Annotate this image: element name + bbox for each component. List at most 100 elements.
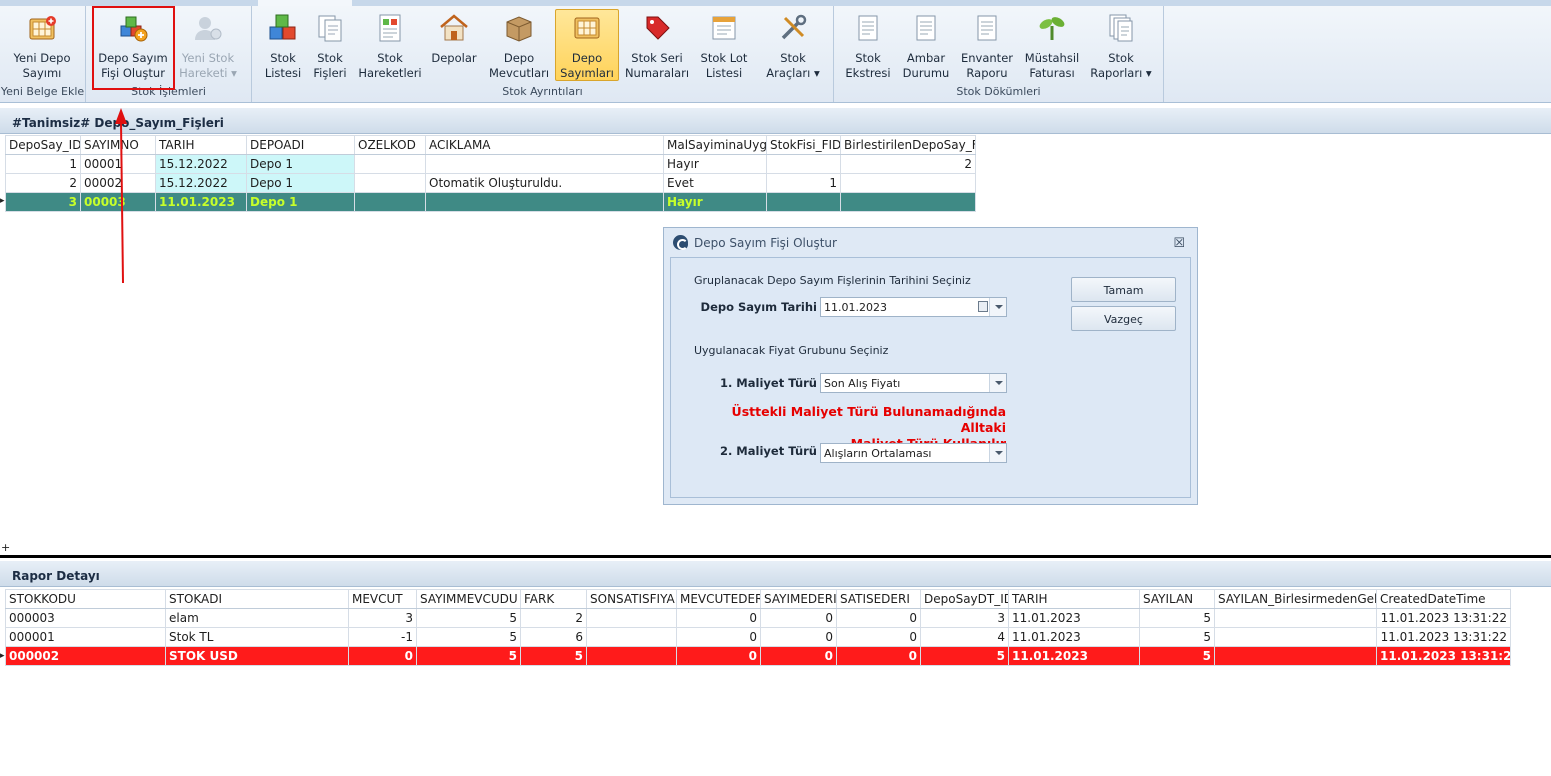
cell[interactable]: 11.01.2023 xyxy=(1008,627,1140,647)
depolar-button[interactable]: Depolar xyxy=(428,10,480,66)
cell[interactable]: 11.01.2023 xyxy=(155,192,247,212)
table-row[interactable]: 000003 elam 3 5 2 0 0 0 3 11.01.2023 5 1… xyxy=(5,608,1511,628)
cell[interactable]: 000003 xyxy=(5,608,166,628)
cell[interactable]: Depo 1 xyxy=(246,173,355,193)
cell[interactable]: 1 xyxy=(5,154,81,174)
column-header[interactable]: STOKKODU xyxy=(5,589,166,609)
stok-lot-listesi-button[interactable]: Stok Lot Listesi xyxy=(694,10,754,81)
column-header[interactable]: BirlestirilenDepoSay_FID xyxy=(840,135,976,155)
cell[interactable] xyxy=(840,192,976,212)
column-header[interactable]: SAYIMMEVCUDU xyxy=(416,589,521,609)
cost1-select[interactable]: Son Alış Fiyatı xyxy=(820,373,1007,393)
cell[interactable]: STOK USD xyxy=(165,646,349,666)
cell[interactable] xyxy=(586,646,677,666)
tamam-button[interactable]: Tamam xyxy=(1071,277,1176,302)
cell[interactable]: 5 xyxy=(920,646,1009,666)
stok-fisleri-button[interactable]: Stok Fişleri xyxy=(308,10,352,81)
chevron-down-icon[interactable] xyxy=(989,444,1006,462)
column-header[interactable]: ACIKLAMA xyxy=(425,135,664,155)
cell[interactable]: 4 xyxy=(920,627,1009,647)
cell[interactable]: 0 xyxy=(836,608,921,628)
column-header[interactable]: SAYILAN_BirlesirmedenGelen xyxy=(1214,589,1377,609)
cell[interactable]: 5 xyxy=(416,646,521,666)
cell[interactable]: 11.01.2023 13:31:22 xyxy=(1376,646,1511,666)
cell[interactable]: 0 xyxy=(760,627,837,647)
column-header[interactable]: SAYIMEDERI xyxy=(760,589,837,609)
column-header[interactable]: DepoSayDT_ID xyxy=(920,589,1009,609)
column-header[interactable]: MalSayiminaUygun xyxy=(663,135,767,155)
cell[interactable]: 0 xyxy=(676,608,761,628)
cell[interactable]: 00001 xyxy=(80,154,156,174)
cell[interactable] xyxy=(354,154,426,174)
cell[interactable] xyxy=(586,608,677,628)
chevron-down-icon[interactable] xyxy=(989,374,1006,392)
cell[interactable] xyxy=(425,154,664,174)
cell[interactable]: 000001 xyxy=(5,627,166,647)
cell[interactable]: 11.01.2023 13:31:22 xyxy=(1376,608,1511,628)
cell[interactable] xyxy=(586,627,677,647)
date-picker-field[interactable]: 11.01.2023 xyxy=(820,297,1007,317)
calendar-icon[interactable] xyxy=(978,301,988,312)
cell[interactable] xyxy=(1214,627,1377,647)
vazgec-button[interactable]: Vazgeç xyxy=(1071,306,1176,331)
stok-hareketleri-button[interactable]: Stok Hareketleri xyxy=(356,10,424,81)
mustahsil-faturasi-button[interactable]: Müstahsil Faturası xyxy=(1020,10,1084,81)
table-row-selected[interactable]: 000002 STOK USD 0 5 5 0 0 0 5 11.01.2023… xyxy=(5,646,1511,666)
cell[interactable]: elam xyxy=(165,608,349,628)
footer-marker[interactable]: + xyxy=(1,541,10,554)
ambar-durumu-button[interactable]: Ambar Durumu xyxy=(900,10,952,81)
cell[interactable]: Hayır xyxy=(663,154,767,174)
cell[interactable] xyxy=(840,173,976,193)
cost2-select[interactable]: Alışların Ortalaması xyxy=(820,443,1007,463)
chevron-down-icon[interactable] xyxy=(989,298,1006,316)
cell[interactable] xyxy=(425,192,664,212)
column-header[interactable]: TARIH xyxy=(155,135,247,155)
cell[interactable]: 3 xyxy=(348,608,417,628)
column-header[interactable]: DEPOADI xyxy=(246,135,355,155)
column-header[interactable]: FARK xyxy=(520,589,587,609)
cell[interactable]: 0 xyxy=(676,627,761,647)
column-header[interactable]: StokFisi_FID xyxy=(766,135,841,155)
cell[interactable]: 15.12.2022 xyxy=(155,154,247,174)
panel-splitter[interactable] xyxy=(0,555,1551,558)
cell[interactable]: 0 xyxy=(676,646,761,666)
column-header[interactable]: MEVCUT xyxy=(348,589,417,609)
cell[interactable]: 2 xyxy=(840,154,976,174)
stok-listesi-button[interactable]: Stok Listesi xyxy=(260,10,306,81)
cell[interactable]: 3 xyxy=(920,608,1009,628)
cell[interactable]: Depo 1 xyxy=(246,192,355,212)
cell[interactable]: Otomatik Oluşturuldu. xyxy=(425,173,664,193)
cell[interactable] xyxy=(354,173,426,193)
depo-sayim-fisi-olustur-button[interactable]: Depo Sayım Fişi Oluştur xyxy=(95,10,171,81)
cell[interactable]: 0 xyxy=(836,627,921,647)
cell[interactable] xyxy=(354,192,426,212)
cell[interactable]: 2 xyxy=(520,608,587,628)
cell[interactable] xyxy=(766,192,841,212)
cell[interactable]: 0 xyxy=(760,608,837,628)
yeni-stok-hareketi-button[interactable]: Yeni Stok Hareketi ▾ xyxy=(174,10,242,81)
cell[interactable]: 000002 xyxy=(5,646,166,666)
yeni-depo-sayimi-button[interactable]: Yeni Depo Sayımı xyxy=(4,10,80,81)
cell[interactable]: 00002 xyxy=(80,173,156,193)
cell[interactable]: 00003 xyxy=(80,192,156,212)
cell[interactable]: Depo 1 xyxy=(246,154,355,174)
stok-raporlari-button[interactable]: Stok Raporları ▾ xyxy=(1088,10,1154,81)
column-header[interactable]: MEVCUTEDERI xyxy=(676,589,761,609)
column-header[interactable]: SAYIMNO xyxy=(80,135,156,155)
cell[interactable]: Hayır xyxy=(663,192,767,212)
column-header[interactable]: SATISEDERI xyxy=(836,589,921,609)
envanter-raporu-button[interactable]: Envanter Raporu xyxy=(958,10,1016,81)
depo-sayimlari-button[interactable]: Depo Sayımları xyxy=(555,9,619,81)
column-header[interactable]: CreatedDateTime xyxy=(1376,589,1511,609)
table-row[interactable]: 2 00002 15.12.2022 Depo 1 Otomatik Oluşt… xyxy=(5,173,976,193)
cell[interactable]: 5 xyxy=(416,608,521,628)
column-header[interactable]: DepoSay_ID xyxy=(5,135,81,155)
column-header[interactable]: SAYILAN xyxy=(1139,589,1215,609)
cell[interactable]: 5 xyxy=(1139,608,1215,628)
cell[interactable]: 0 xyxy=(760,646,837,666)
stok-seri-numaralari-button[interactable]: Stok Seri Numaraları xyxy=(623,10,691,81)
cell[interactable]: 5 xyxy=(1139,627,1215,647)
cell[interactable]: 11.01.2023 13:31:22 xyxy=(1376,627,1511,647)
column-header[interactable]: OZELKOD xyxy=(354,135,426,155)
cell[interactable]: 11.01.2023 xyxy=(1008,646,1140,666)
